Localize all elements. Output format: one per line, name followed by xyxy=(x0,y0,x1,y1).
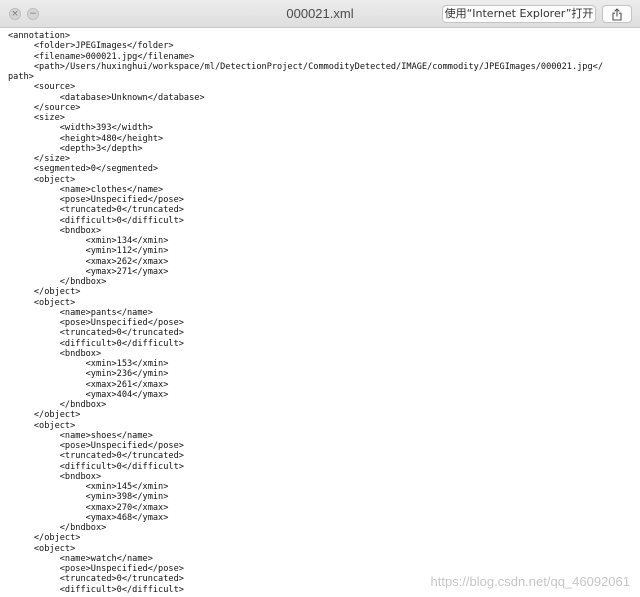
xml-content: <annotation> <folder>JPEGImages</folder>… xyxy=(8,31,604,595)
minimize-button[interactable]: − xyxy=(27,8,39,20)
quicklook-window: × − 000021.xml 使用“Internet Explorer”打开 <… xyxy=(0,0,640,597)
title-bar: × − 000021.xml 使用“Internet Explorer”打开 xyxy=(0,0,640,28)
watermark: https://blog.csdn.net/qq_46092061 xyxy=(430,574,631,589)
close-icon: × xyxy=(11,9,19,19)
share-icon xyxy=(612,8,622,21)
document-viewer[interactable]: <annotation> <folder>JPEGImages</folder>… xyxy=(0,28,640,597)
minimize-icon: − xyxy=(29,9,37,19)
close-button[interactable]: × xyxy=(9,8,21,20)
share-button[interactable] xyxy=(602,5,632,23)
open-with-ie-button[interactable]: 使用“Internet Explorer”打开 xyxy=(442,5,596,23)
